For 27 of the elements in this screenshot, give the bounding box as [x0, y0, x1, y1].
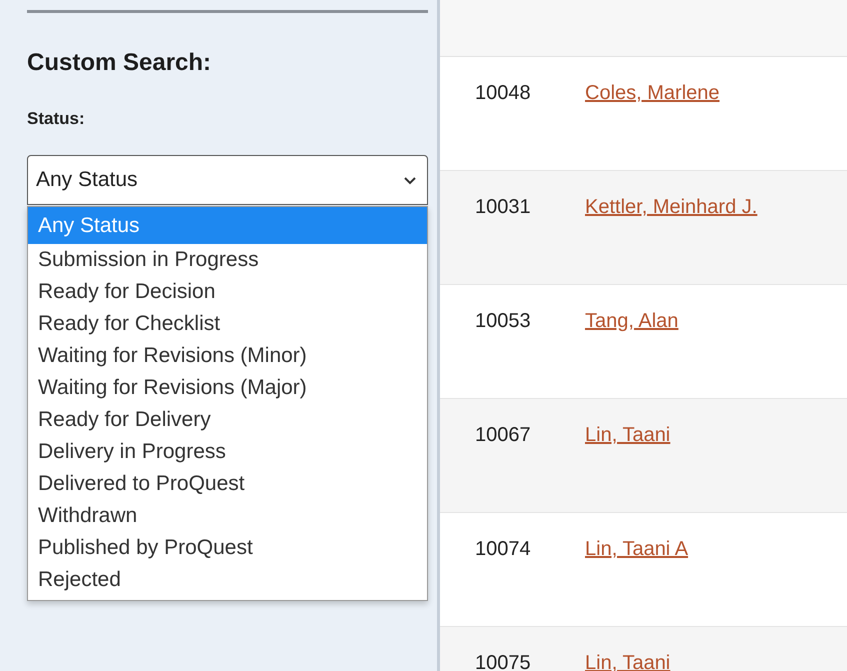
dropdown-option[interactable]: Ready for Decision [28, 276, 427, 308]
name-link[interactable]: Coles, Marlene [585, 82, 720, 104]
name-link[interactable]: Lin, Taani A [585, 538, 688, 560]
dropdown-option[interactable]: Published by ProQuest [28, 532, 427, 564]
field-label: Status: [27, 109, 86, 129]
section-title: Custom Search: [27, 49, 212, 77]
dropdown-option[interactable]: Submission in Progress [28, 244, 427, 276]
name-link[interactable]: Tang, Alan [585, 310, 678, 332]
table-cell-text: 10031 [474, 196, 532, 219]
table-cell-text: 10075 [474, 652, 532, 671]
dropdown-option[interactable]: Any Status [28, 207, 427, 244]
chevron-icon [403, 176, 417, 184]
table-cell-text: 10053 [474, 310, 532, 333]
dropdown-option[interactable]: Waiting for Revisions (Minor) [28, 340, 427, 372]
dropdown-option[interactable]: Ready for Delivery [28, 404, 427, 436]
table-cell-text: 10067 [474, 424, 532, 447]
dropdown-option[interactable]: Withdrawn [28, 500, 427, 532]
dropdown-option[interactable]: Waiting for Revisions (Major) [28, 372, 427, 404]
name-link[interactable]: Lin, Taani [585, 424, 670, 446]
dropdown-option[interactable]: Delivery in Progress [28, 436, 427, 468]
dropdown-option[interactable]: Ready for Checklist [28, 308, 427, 340]
table-cell-text: 10048 [474, 82, 532, 105]
dropdown-option[interactable]: Delivered to ProQuest [28, 468, 427, 500]
name-link[interactable]: Kettler, Meinhard J. [585, 196, 758, 218]
dropdown-option[interactable]: Rejected [28, 564, 427, 596]
status-select[interactable]: Any Status [27, 155, 428, 205]
table-cell-text: 10074 [474, 538, 532, 561]
